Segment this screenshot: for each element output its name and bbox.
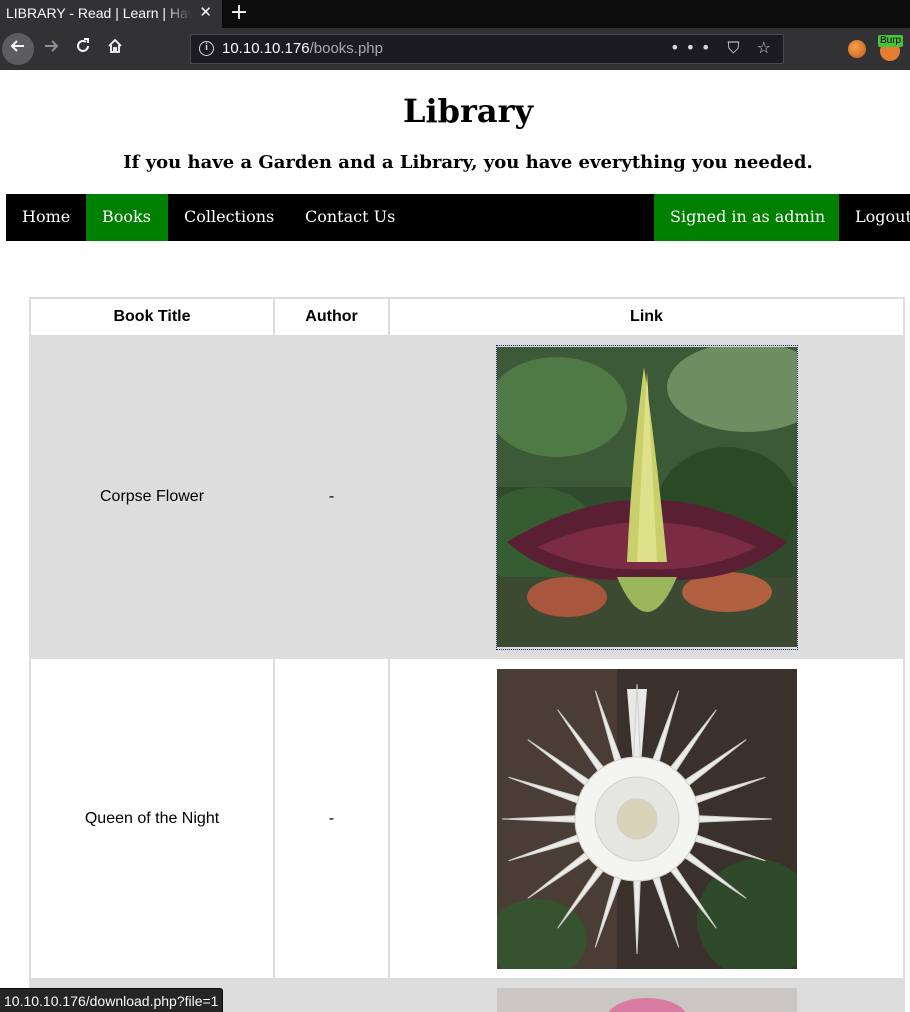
page-actions-icons[interactable]: ••• ⛉ ☆ xyxy=(670,38,777,58)
header-author: Author xyxy=(273,297,390,337)
browser-tab-bar: LIBRARY - Read | Learn | Have Fun ✕ + xyxy=(0,0,910,28)
header-link: Link xyxy=(388,297,905,337)
menu-collections[interactable]: Collections xyxy=(168,194,289,241)
page-content: Library If you have a Garden and a Libra… xyxy=(0,70,910,1012)
books-table: Book Title Author Link Corpse Flower - Q… xyxy=(29,297,905,1012)
site-info-icon[interactable]: i xyxy=(199,41,214,56)
author-cell xyxy=(273,978,390,1012)
forward-arrow-icon[interactable] xyxy=(36,34,66,64)
menu-logout[interactable]: Logout xyxy=(839,194,910,241)
book-title-cell: Corpse Flower xyxy=(29,335,275,659)
back-arrow-icon[interactable] xyxy=(2,33,34,65)
url-text: 10.10.10.176/books.php xyxy=(222,40,383,57)
author-cell: - xyxy=(273,335,390,659)
browser-toolbar: i 10.10.10.176/books.php ••• ⛉ ☆ Burp xyxy=(0,28,910,70)
link-cell xyxy=(388,978,905,1012)
burp-badge: Burp xyxy=(878,35,904,47)
menu-contact-us[interactable]: Contact Us xyxy=(289,194,415,241)
download-link[interactable] xyxy=(495,344,798,650)
url-path: /books.php xyxy=(309,40,383,57)
status-bar-url: 10.10.10.176/download.php?file=1 xyxy=(0,988,224,1012)
main-menu: Home Books Collections Contact Us Signed… xyxy=(6,194,910,241)
link-cell xyxy=(388,657,905,980)
browser-tab[interactable]: LIBRARY - Read | Learn | Have Fun ✕ xyxy=(0,0,222,28)
book-title-cell: Queen of the Night xyxy=(29,657,275,980)
home-icon[interactable] xyxy=(100,34,130,64)
corpse-flower-image xyxy=(496,346,797,647)
menu-books[interactable]: Books xyxy=(86,194,168,241)
tab-title: LIBRARY - Read | Learn | Have Fun xyxy=(6,5,192,21)
queen-of-the-night-image xyxy=(496,668,797,969)
site-tagline: If you have a Garden and a Library, you … xyxy=(123,152,813,173)
new-tab-icon[interactable]: + xyxy=(229,0,249,28)
table-row: Queen of the Night - xyxy=(29,657,905,980)
menu-signed-in[interactable]: Signed in as admin xyxy=(654,194,839,241)
tab-close-icon[interactable]: ✕ xyxy=(199,0,212,26)
table-row: Corpse Flower - xyxy=(29,335,905,659)
author-cell: - xyxy=(273,657,390,980)
link-cell xyxy=(388,335,905,659)
url-host: 10.10.10.176 xyxy=(222,40,310,57)
download-link[interactable] xyxy=(496,668,797,969)
site-title: Library xyxy=(402,92,534,130)
address-bar[interactable]: i 10.10.10.176/books.php ••• ⛉ ☆ xyxy=(190,34,784,64)
menu-home[interactable]: Home xyxy=(6,194,86,241)
pink-flower-image xyxy=(496,988,797,1012)
table-header-row: Book Title Author Link xyxy=(29,297,905,337)
reload-icon[interactable] xyxy=(68,34,98,64)
cookie-extension-icon[interactable] xyxy=(848,40,866,58)
header-book-title: Book Title xyxy=(29,297,275,337)
